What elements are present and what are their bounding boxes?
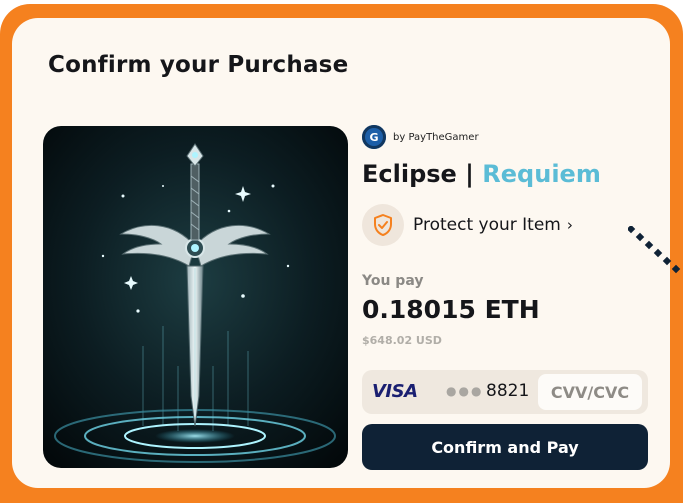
item-name-accent: Requiem (482, 160, 601, 188)
shield-check-icon (362, 204, 404, 246)
pay-amount: 0.18015 ETH (362, 295, 540, 324)
sword-artwork (43, 126, 348, 468)
purchase-dialog: Confirm your Purchase G by PayTheGamer E… (12, 18, 670, 488)
you-pay-label: You pay (362, 273, 424, 289)
protect-item-link[interactable]: Protect your Item › (362, 204, 573, 246)
visa-logo: VISA (372, 381, 418, 402)
dialog-title: Confirm your Purchase (48, 52, 349, 78)
cvv-input[interactable] (538, 374, 642, 410)
pay-amount-usd: $648.02 USD (362, 334, 442, 347)
decorative-dotted-line (628, 226, 681, 274)
product-image (43, 126, 348, 468)
confirm-and-pay-button[interactable]: Confirm and Pay (362, 424, 648, 470)
payment-card[interactable]: VISA ●●● 8821 (362, 370, 648, 414)
paythegamer-logo-icon: G (362, 125, 386, 149)
item-name: Eclipse | Requiem (362, 160, 601, 188)
seller-name: by PayTheGamer (393, 131, 479, 143)
card-last4: 8821 (486, 381, 530, 401)
item-name-main: Eclipse | (362, 160, 474, 188)
masked-card-dots: ●●● (446, 384, 484, 398)
chevron-right-icon: › (566, 216, 573, 234)
seller-info: G by PayTheGamer (362, 125, 479, 149)
protect-item-label: Protect your Item (413, 215, 561, 235)
